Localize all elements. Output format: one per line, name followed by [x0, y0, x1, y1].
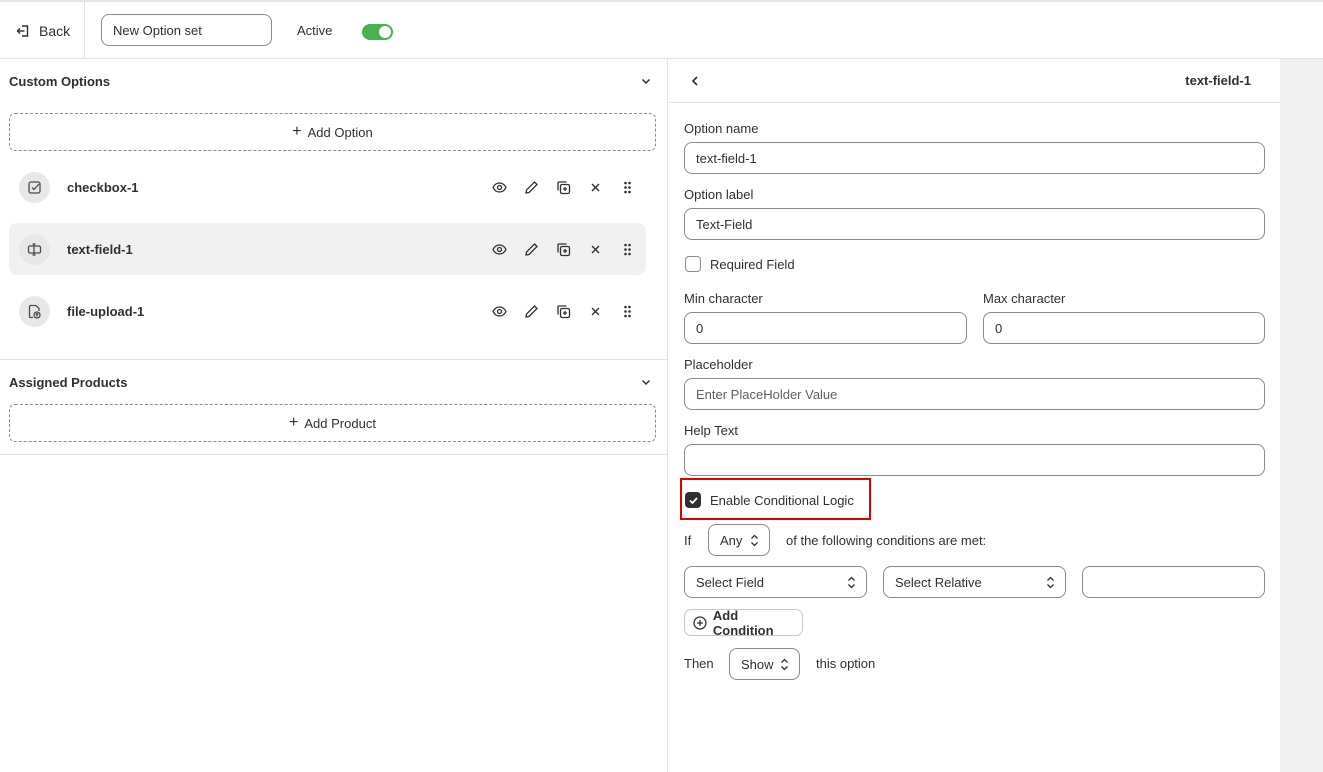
conditional-logic-checkbox[interactable] — [685, 492, 701, 508]
this-option-text: this option — [816, 656, 876, 671]
add-option-label: Add Option — [307, 124, 373, 140]
section-divider — [0, 454, 668, 455]
option-name: file-upload-1 — [67, 303, 145, 319]
chevron-down-icon[interactable] — [640, 376, 652, 388]
duplicate-icon[interactable] — [547, 242, 579, 257]
delete-icon[interactable] — [579, 242, 611, 257]
back-button[interactable]: Back — [0, 2, 85, 59]
add-product-label: Add Product — [304, 415, 376, 431]
option-label-label: Option label — [684, 187, 754, 202]
condition-value-input[interactable] — [1082, 566, 1265, 598]
option-name-input[interactable] — [684, 142, 1265, 174]
option-name: checkbox-1 — [67, 179, 139, 195]
plus-circle-icon — [693, 615, 707, 630]
min-character-input[interactable] — [684, 312, 967, 344]
top-bar: Back Active — [0, 0, 1323, 59]
select-arrows-icon — [781, 658, 788, 670]
exit-icon — [16, 24, 29, 37]
add-product-button[interactable]: + Add Product — [9, 404, 656, 442]
view-icon[interactable] — [483, 304, 515, 319]
assigned-products-header[interactable]: Assigned Products — [0, 360, 668, 404]
view-icon[interactable] — [483, 242, 515, 257]
then-label: Then — [684, 656, 714, 671]
conditional-logic-label: Enable Conditional Logic — [710, 493, 854, 508]
checkmark-icon — [688, 496, 698, 504]
drag-handle-icon[interactable] — [611, 242, 643, 257]
duplicate-icon[interactable] — [547, 180, 579, 195]
select-field-value: Select Field — [696, 574, 764, 590]
edit-icon[interactable] — [515, 180, 547, 195]
placeholder-label: Placeholder — [684, 357, 753, 372]
toggle-knob — [379, 26, 391, 38]
match-select[interactable]: Any — [708, 524, 770, 556]
left-panel: Custom Options + Add Option checkbox-1 t… — [0, 59, 668, 772]
option-name-label: Option name — [684, 121, 759, 136]
min-character-label: Min character — [684, 291, 763, 306]
max-character-label: Max character — [983, 291, 1066, 306]
delete-icon[interactable] — [579, 180, 611, 195]
drag-handle-icon[interactable] — [611, 304, 643, 319]
edit-icon[interactable] — [515, 304, 547, 319]
select-relative-dropdown[interactable]: Select Relative — [883, 566, 1066, 598]
active-toggle[interactable] — [362, 24, 393, 40]
then-select[interactable]: Show — [729, 648, 800, 680]
plus-icon: + — [289, 414, 299, 431]
conditions-text: of the following conditions are met: — [786, 533, 987, 548]
add-condition-button[interactable]: Add Condition — [684, 607, 803, 638]
option-actions — [483, 161, 643, 213]
required-label: Required Field — [710, 257, 795, 272]
option-actions — [483, 285, 643, 337]
select-arrows-icon — [751, 534, 758, 546]
back-label: Back — [39, 22, 71, 39]
plus-icon: + — [292, 123, 302, 140]
match-value: Any — [720, 532, 743, 548]
editor-header: text-field-1 — [669, 59, 1280, 103]
custom-options-title: Custom Options — [9, 73, 111, 89]
add-condition-label: Add Condition — [712, 607, 774, 638]
option-row[interactable]: checkbox-1 — [9, 161, 646, 213]
option-actions — [483, 223, 643, 275]
select-arrows-icon — [1047, 576, 1054, 588]
delete-icon[interactable] — [579, 304, 611, 319]
option-row[interactable]: text-field-1 — [9, 223, 646, 275]
option-row[interactable]: file-upload-1 — [9, 285, 646, 337]
active-label: Active — [297, 23, 333, 38]
option-label-input[interactable] — [684, 208, 1265, 240]
duplicate-icon[interactable] — [547, 304, 579, 319]
if-label: If — [684, 533, 692, 548]
checkbox-icon — [19, 171, 50, 203]
chevron-left-icon[interactable] — [689, 75, 701, 87]
help-text-label: Help Text — [684, 423, 738, 438]
max-character-input[interactable] — [983, 312, 1265, 344]
file-upload-icon — [19, 295, 50, 327]
text-field-icon — [19, 233, 50, 265]
required-checkbox[interactable] — [685, 256, 701, 272]
drag-handle-icon[interactable] — [611, 180, 643, 195]
right-gutter — [1280, 59, 1323, 772]
custom-options-header[interactable]: Custom Options — [0, 59, 668, 103]
select-arrows-icon — [848, 576, 855, 588]
help-text-input[interactable] — [684, 444, 1265, 476]
editor-title: text-field-1 — [1185, 73, 1251, 88]
select-field-dropdown[interactable]: Select Field — [684, 566, 867, 598]
option-set-name-input[interactable] — [101, 14, 272, 46]
edit-icon[interactable] — [515, 242, 547, 257]
add-option-button[interactable]: + Add Option — [9, 113, 656, 151]
assigned-products-title: Assigned Products — [9, 374, 128, 390]
chevron-down-icon[interactable] — [640, 75, 652, 87]
view-icon[interactable] — [483, 180, 515, 195]
placeholder-input[interactable] — [684, 378, 1265, 410]
option-editor-panel: text-field-1 Option name Option label Re… — [669, 59, 1280, 772]
select-relative-value: Select Relative — [895, 574, 982, 590]
then-value: Show — [741, 656, 774, 672]
option-name: text-field-1 — [67, 241, 133, 257]
